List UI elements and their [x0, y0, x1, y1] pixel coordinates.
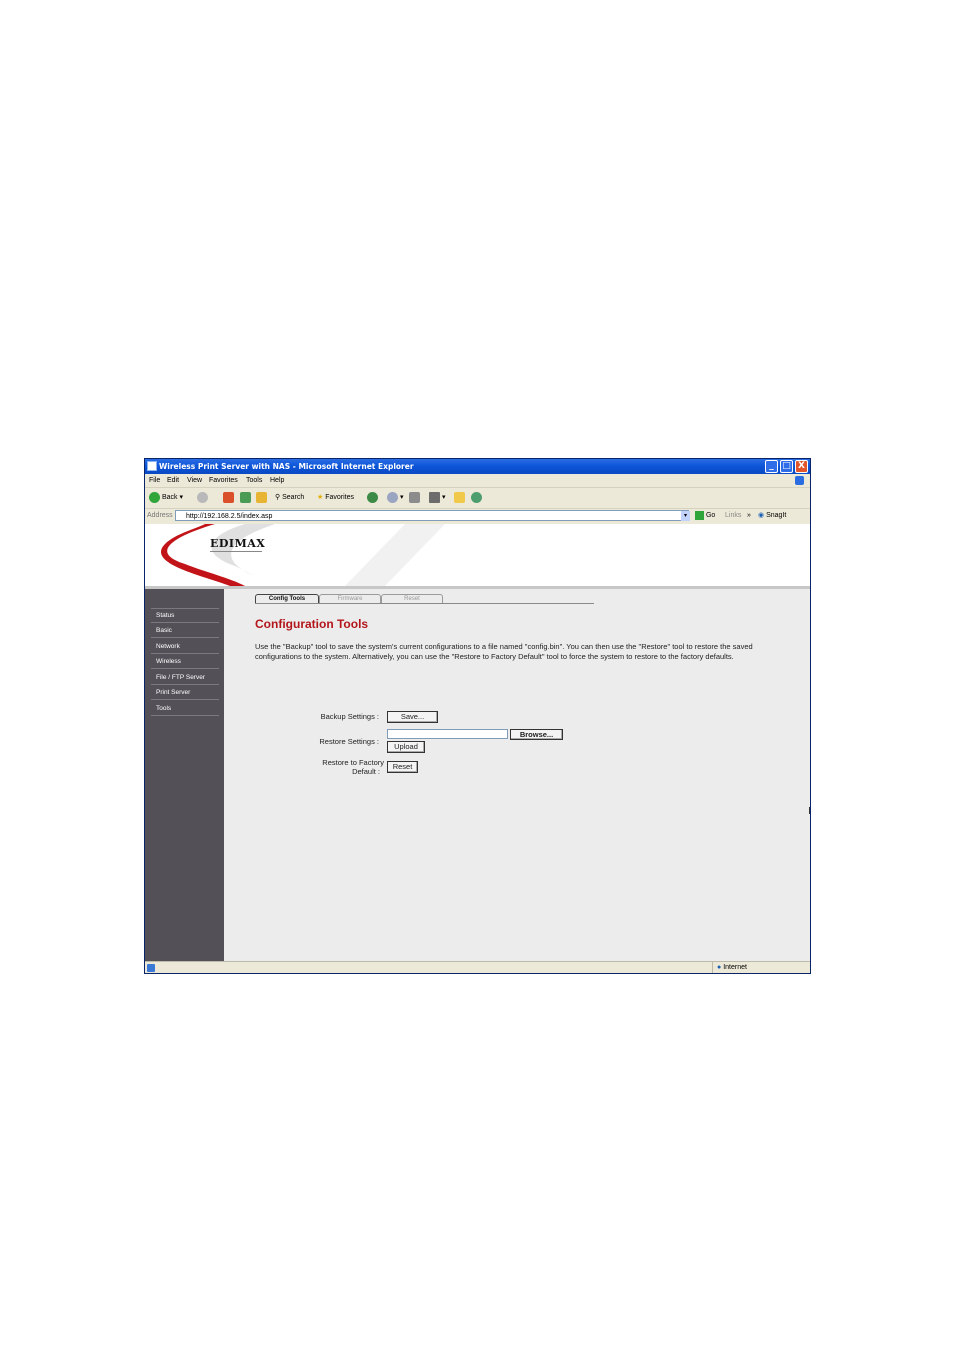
- refresh-icon: [240, 491, 251, 503]
- menu-bar: File Edit View Favorites Tools Help: [145, 474, 810, 488]
- mail-icon: [387, 491, 398, 503]
- sidebar-item-file-ftp-server[interactable]: File / FTP Server: [151, 671, 219, 685]
- scroll-marker: [809, 807, 810, 814]
- edit-icon: [429, 491, 440, 503]
- address-bar: Address http://192.168.2.5/index.asp ▾ G…: [145, 509, 810, 523]
- history-button[interactable]: [367, 491, 378, 505]
- messenger-icon: [471, 491, 482, 503]
- logo-tagline-line: [210, 551, 262, 552]
- factory-default-label-line1: Restore to Factory: [322, 758, 384, 767]
- address-label: Address: [147, 512, 173, 519]
- banner-swoosh-graphic: [160, 524, 445, 586]
- address-url: http://192.168.2.5/index.asp: [186, 513, 273, 520]
- tab-underline: [255, 603, 594, 604]
- status-divider: [712, 962, 713, 973]
- maximize-button[interactable]: □: [780, 460, 793, 473]
- status-bar: ● Internet: [145, 961, 810, 973]
- links-label[interactable]: Links: [725, 509, 741, 523]
- forward-arrow-icon: [197, 491, 208, 503]
- address-dropdown-chevron-icon[interactable]: ▾: [681, 511, 690, 521]
- page-description: Use the "Backup" tool to save the system…: [255, 642, 753, 661]
- page-status-icon: [147, 964, 155, 972]
- sidebar-item-wireless[interactable]: Wireless: [151, 655, 219, 669]
- snagit-icon: ◉: [758, 512, 765, 519]
- print-button[interactable]: [409, 491, 420, 505]
- toolbar: Back ▾ ⚲ Search ★ Favorites ▾ ▾: [145, 488, 810, 509]
- forward-button[interactable]: [197, 491, 208, 505]
- menu-favorites[interactable]: Favorites: [209, 474, 238, 487]
- history-icon: [367, 491, 378, 503]
- factory-default-label-line2: Default :: [352, 767, 380, 776]
- save-button[interactable]: Save...: [387, 711, 438, 723]
- back-arrow-icon: [149, 491, 160, 503]
- page-content: EDIMAX Status Basic Network Wireless Fil…: [145, 524, 810, 961]
- stop-icon: [223, 491, 234, 503]
- window-title: Wireless Print Server with NAS - Microso…: [159, 462, 414, 471]
- close-button[interactable]: X: [795, 460, 808, 473]
- go-arrow-icon: [695, 510, 704, 520]
- menu-view[interactable]: View: [187, 474, 202, 487]
- restore-settings-label: Restore Settings :: [319, 737, 379, 746]
- refresh-button[interactable]: [240, 491, 251, 505]
- go-button[interactable]: Go: [695, 509, 715, 523]
- menu-edit[interactable]: Edit: [167, 474, 179, 487]
- links-chevron-icon[interactable]: »: [747, 509, 751, 523]
- browser-window: Wireless Print Server with NAS - Microso…: [144, 458, 811, 974]
- sidebar-item-network[interactable]: Network: [151, 640, 219, 654]
- mail-button[interactable]: ▾: [387, 491, 403, 505]
- menu-tools[interactable]: Tools: [246, 474, 262, 487]
- page-title: Configuration Tools: [255, 617, 369, 631]
- restore-file-input[interactable]: [387, 729, 508, 739]
- menu-help[interactable]: Help: [270, 474, 284, 487]
- snagit-button[interactable]: ◉ SnagIt: [758, 509, 786, 523]
- browse-button[interactable]: Browse...: [510, 729, 563, 740]
- folder-icon: [454, 491, 465, 503]
- home-icon: [256, 491, 267, 503]
- search-icon: ⚲: [275, 494, 281, 501]
- globe-icon: ●: [717, 964, 722, 971]
- title-bar: Wireless Print Server with NAS - Microso…: [145, 459, 810, 474]
- favorites-star-icon: ★: [317, 494, 324, 501]
- search-button[interactable]: ⚲ Search: [275, 491, 304, 505]
- sidebar-item-basic[interactable]: Basic: [151, 624, 219, 638]
- factory-default-label: Restore to Factory Default :: [295, 758, 384, 776]
- sidebar-item-print-server[interactable]: Print Server: [151, 686, 219, 700]
- address-input[interactable]: http://192.168.2.5/index.asp: [175, 510, 689, 521]
- backup-settings-label: Backup Settings :: [320, 712, 379, 721]
- home-button[interactable]: [256, 491, 267, 505]
- messenger-button[interactable]: [471, 491, 482, 505]
- header-banner: EDIMAX: [145, 524, 810, 589]
- minimize-button[interactable]: _: [765, 460, 778, 473]
- edimax-logo: EDIMAX: [210, 537, 266, 550]
- ie-app-icon: [147, 461, 157, 471]
- menu-file[interactable]: File: [149, 474, 160, 487]
- internet-zone: ● Internet: [717, 964, 747, 971]
- sidebar-item-status[interactable]: Status: [151, 609, 219, 623]
- print-icon: [409, 491, 420, 503]
- stop-button[interactable]: [223, 491, 234, 505]
- reset-button[interactable]: Reset: [387, 761, 418, 773]
- sidebar-item-tools[interactable]: Tools: [151, 702, 219, 716]
- edit-button[interactable]: ▾: [429, 491, 445, 505]
- windows-logo-icon: [795, 476, 804, 485]
- favorites-button[interactable]: ★ Favorites: [317, 491, 354, 505]
- folder-button[interactable]: [454, 491, 465, 505]
- back-button[interactable]: Back ▾: [149, 491, 183, 505]
- upload-button[interactable]: Upload: [387, 741, 425, 753]
